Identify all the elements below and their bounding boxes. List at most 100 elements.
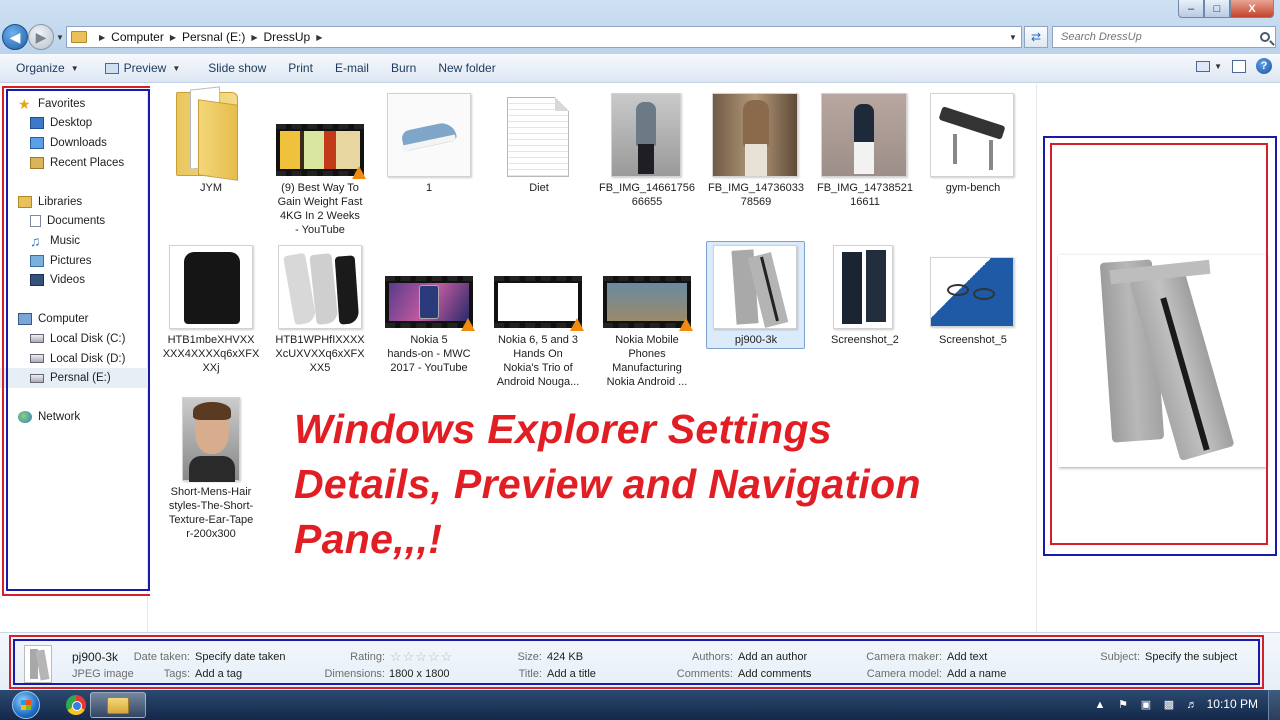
organize-button[interactable]: Organize ▼ [8,57,87,79]
volume-icon[interactable]: ♬ [1184,697,1200,713]
image-thumbnail[interactable] [821,93,907,177]
video-thumbnail[interactable] [385,276,473,328]
annotation-frame-blue [6,89,150,591]
preview-icon [104,62,119,74]
new-folder-button[interactable]: New folder [430,57,503,79]
preview-button[interactable]: Preview ▼ [97,57,189,79]
annotation-frame-red [1050,143,1268,545]
file-label: HTB1WPHfIXXXX XcUXVXXq6xXFX XX5 [275,334,365,374]
network-tray-icon[interactable]: ▩ [1161,697,1177,713]
refresh-icon: ⇄ [1030,30,1042,44]
address-bar[interactable]: ▶ Computer ▶ Persnal (E:) ▶ DressUp ▶ ▼ [66,26,1022,48]
annotation-frame-blue [13,639,1260,685]
image-thumbnail[interactable] [930,257,1014,327]
file-label: HTB1mbeXHVXX XXX4XXXXq6xXFX XXj [162,334,260,374]
back-button[interactable]: ◀ [2,24,28,50]
file-label: Screenshot_2 [831,334,899,346]
folder-icon [71,31,87,43]
file-label: 1 [425,182,433,194]
file-label: FB_IMG_14661756 66655 [598,182,695,208]
vlc-icon [461,318,475,331]
chevron-down-icon: ▼ [70,63,79,73]
maximize-button[interactable]: □ [1204,0,1230,18]
video-thumbnail[interactable] [603,276,691,328]
minimize-button[interactable]: – [1178,0,1204,18]
address-dropdown[interactable]: ▼ [1005,33,1021,42]
search-input[interactable] [1059,30,1249,44]
file-label: Screenshot_5 [939,334,1007,346]
file-label: Diet [529,182,549,194]
taskbar-clock[interactable]: 10:10 PM [1207,697,1258,711]
folder-icon [107,696,129,714]
image-thumbnail[interactable] [833,245,893,329]
file-label: gym-bench [945,182,1001,194]
burn-button[interactable]: Burn [383,57,424,79]
start-button[interactable] [6,690,46,720]
chrome-icon [66,695,86,715]
chevron-right-icon[interactable]: ▶ [99,33,105,42]
file-label: FB_IMG_14738521 16611 [816,182,913,208]
preview-pane-toggle-icon[interactable] [1232,59,1246,73]
file-label: Nokia 5 hands-on - MWC 2017 - YouTube [387,334,471,374]
chevron-right-icon[interactable]: ▶ [251,33,257,42]
vlc-icon [352,166,366,179]
taskbar-explorer[interactable] [90,692,146,718]
image-thumbnail[interactable] [712,93,798,177]
video-thumbnail[interactable] [276,124,364,176]
close-button[interactable]: X [1230,0,1274,18]
breadcrumb-computer[interactable]: Computer [111,30,164,44]
image-thumbnail-selected[interactable] [713,245,797,329]
breadcrumb: ▶ Computer ▶ Persnal (E:) ▶ DressUp ▶ [93,30,328,44]
breadcrumb-persnal-e[interactable]: Persnal (E:) [182,30,245,44]
preview-label: Preview [123,61,167,75]
file-label: Nokia 6, 5 and 3 Hands On Nokia's Trio of A… [496,334,580,388]
folder-thumbnail[interactable] [176,86,238,181]
headline-line: Windows Explorer Settings [294,406,832,452]
image-thumbnail[interactable] [611,93,681,177]
headline-line: Pane,,,! [294,516,443,562]
window-controls: – □ X [1178,0,1274,20]
show-desktop-button[interactable] [1268,690,1280,720]
chevron-down-icon[interactable]: ▼ [1214,62,1222,71]
system-tray: ▲ ⚑ ▣ ▩ ♬ [1092,697,1200,713]
vlc-icon [570,318,584,331]
image-thumbnail[interactable] [169,245,253,329]
windows-logo-icon [12,691,40,719]
image-thumbnail[interactable] [278,245,362,329]
image-thumbnail[interactable] [930,93,1014,177]
vlc-icon [679,318,693,331]
change-view-icon[interactable] [1196,60,1211,72]
email-button[interactable]: E-mail [327,57,377,79]
slideshow-button[interactable]: Slide show [200,57,274,79]
recent-pages-dropdown[interactable]: ▼ [56,33,64,42]
view-controls: ▼ ? [1196,58,1272,74]
print-button[interactable]: Print [280,57,321,79]
help-icon[interactable]: ? [1256,58,1272,74]
organize-label: Organize [16,61,65,75]
image-thumbnail[interactable] [387,93,471,177]
chevron-right-icon[interactable]: ▶ [170,33,176,42]
tray-expand-icon[interactable]: ▲ [1092,697,1108,713]
title-bar: – □ X ◀ ▶ ▼ ▶ Computer ▶ Persnal (E:) ▶ … [0,0,1280,54]
file-label: Short-Mens-Hair styles-The-Short- Texture-… [168,486,254,540]
headline-overlay: Windows Explorer Settings Details, Previ… [294,402,944,567]
arrow-left-icon: ◀ [9,28,21,45]
video-thumbnail[interactable] [494,276,582,328]
forward-button[interactable]: ▶ [28,24,54,50]
file-label: FB_IMG_14736033 78569 [707,182,804,208]
command-bar: Organize ▼ Preview ▼ Slide show Print E-ma… [0,54,1280,83]
file-label: Nokia Mobile Phones Manufacturing Nokia And… [606,334,688,388]
file-label: JYM [200,182,222,194]
file-label: pj900-3k [734,334,778,346]
chevron-right-icon[interactable]: ▶ [316,33,322,42]
breadcrumb-dressup[interactable]: DressUp [264,30,311,44]
image-thumbnail[interactable] [182,397,240,482]
monitor-icon[interactable]: ▣ [1138,697,1154,713]
file-label: (9) Best Way To Gain Weight Fast 4KG In 2 … [277,182,363,236]
arrow-right-icon: ▶ [35,28,47,45]
document-thumbnail[interactable] [507,97,569,177]
refresh-button[interactable]: ⇄ [1024,26,1048,48]
search-box[interactable] [1052,26,1276,48]
flag-icon[interactable]: ⚑ [1115,697,1131,713]
search-icon[interactable] [1260,32,1270,42]
